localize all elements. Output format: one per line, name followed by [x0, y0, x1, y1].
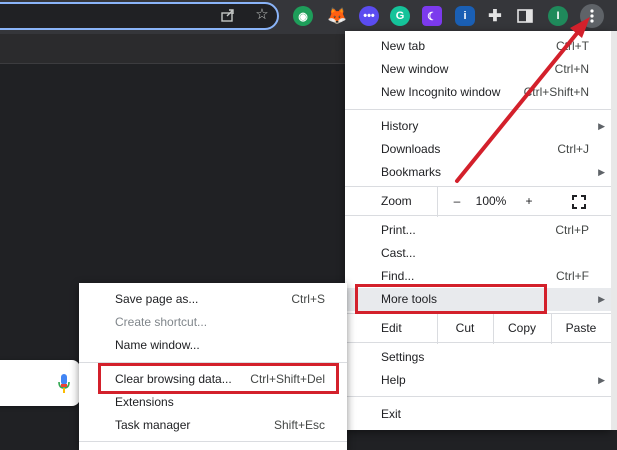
- page-scrollbar[interactable]: [611, 31, 617, 430]
- menu-exit[interactable]: Exit: [345, 403, 611, 426]
- menu-new-window[interactable]: New window Ctrl+N: [345, 58, 611, 81]
- browser-toolbar: ☆ ◉ 🦊 ••• G ☾ i ✚ I: [0, 0, 617, 34]
- paste-button[interactable]: Paste: [552, 317, 610, 340]
- chevron-right-icon: ▶: [598, 121, 605, 131]
- menu-find[interactable]: Find... Ctrl+F: [345, 265, 611, 288]
- menu-zoom: Zoom – 100% +: [345, 186, 611, 217]
- info-extension-icon[interactable]: i: [455, 6, 475, 26]
- grammarly-extension-icon[interactable]: G: [390, 6, 410, 26]
- menu-downloads[interactable]: Downloads Ctrl+J: [345, 138, 611, 161]
- address-bar[interactable]: [0, 2, 279, 30]
- chrome-main-menu: New tab Ctrl+T New window Ctrl+N New Incog…: [345, 31, 611, 430]
- profile-avatar[interactable]: I: [548, 6, 568, 26]
- menu-new-tab[interactable]: New tab Ctrl+T: [345, 35, 611, 58]
- chrome-menu-button[interactable]: [580, 4, 604, 28]
- more-tools-submenu: Save page as... Ctrl+S Create shortcut...…: [79, 283, 347, 450]
- zoom-in-button[interactable]: +: [517, 190, 541, 213]
- zoom-out-button[interactable]: –: [445, 190, 469, 213]
- menu-help[interactable]: Help ▶: [345, 369, 611, 392]
- bookmarks-bar: [0, 34, 345, 64]
- submenu-extensions[interactable]: Extensions: [79, 391, 347, 414]
- menu-settings[interactable]: Settings: [345, 346, 611, 369]
- moon-extension-icon[interactable]: ☾: [422, 6, 442, 26]
- menu-print[interactable]: Print... Ctrl+P: [345, 219, 611, 242]
- submenu-create-shortcut[interactable]: Create shortcut...: [79, 311, 347, 334]
- submenu-save-page[interactable]: Save page as... Ctrl+S: [79, 288, 347, 311]
- microphone-icon[interactable]: [58, 374, 70, 394]
- submenu-name-window[interactable]: Name window...: [79, 334, 347, 357]
- menu-history[interactable]: History ▶: [345, 115, 611, 138]
- menu-cast[interactable]: Cast...: [345, 242, 611, 265]
- chevron-right-icon: ▶: [598, 294, 605, 304]
- menu-new-incognito[interactable]: New Incognito window Ctrl+Shift+N: [345, 81, 611, 104]
- grammar-extension-icon[interactable]: ◉: [293, 6, 313, 26]
- share-icon[interactable]: [219, 7, 237, 23]
- chat-extension-icon[interactable]: •••: [359, 6, 379, 26]
- copy-button[interactable]: Copy: [494, 317, 550, 340]
- kebab-icon: [590, 9, 594, 23]
- star-icon[interactable]: ☆: [253, 7, 271, 23]
- cut-button[interactable]: Cut: [438, 317, 492, 340]
- fullscreen-icon[interactable]: [567, 190, 591, 213]
- submenu-clear-browsing-data[interactable]: Clear browsing data... Ctrl+Shift+Del: [79, 368, 347, 391]
- sidepanel-icon[interactable]: [515, 6, 535, 26]
- menu-edit: Edit Cut Copy Paste: [345, 313, 611, 344]
- zoom-level: 100%: [475, 194, 507, 208]
- submenu-task-manager[interactable]: Task manager Shift+Esc: [79, 414, 347, 437]
- puzzle-icon[interactable]: ✚: [485, 6, 505, 26]
- chevron-right-icon: ▶: [598, 375, 605, 385]
- menu-more-tools[interactable]: More tools ▶: [345, 288, 611, 311]
- menu-bookmarks[interactable]: Bookmarks ▶: [345, 161, 611, 184]
- fox-extension-icon[interactable]: 🦊: [327, 6, 347, 26]
- chevron-right-icon: ▶: [598, 167, 605, 177]
